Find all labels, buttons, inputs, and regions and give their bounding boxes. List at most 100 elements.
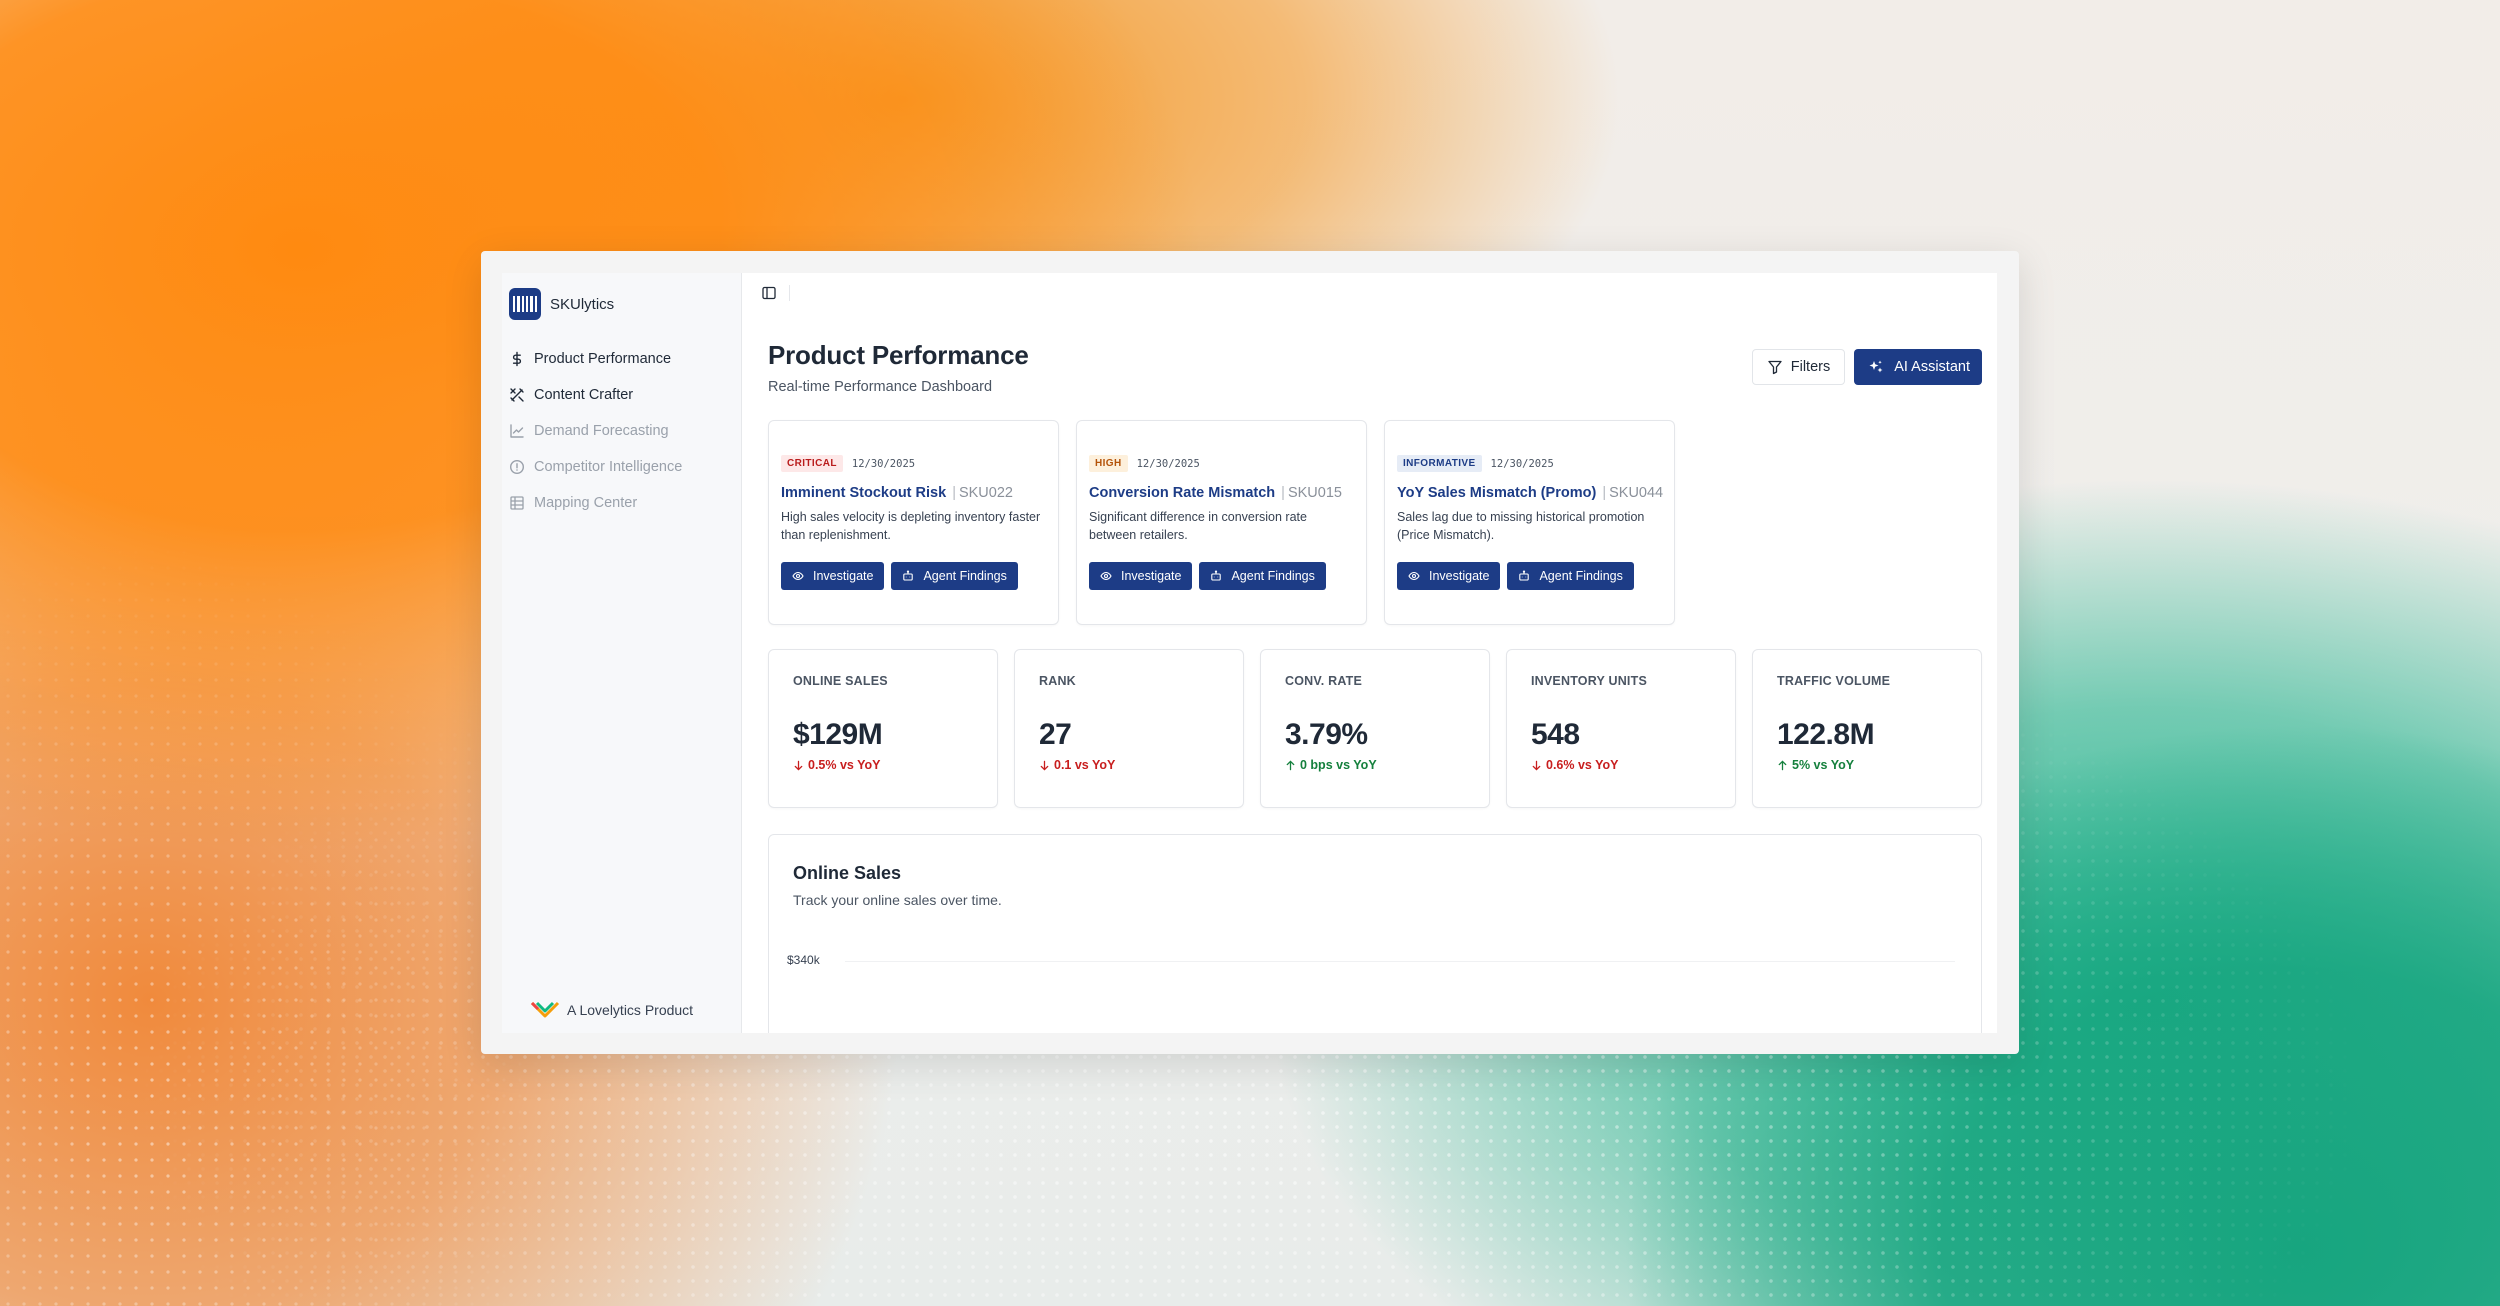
sidebar: SKUlytics Product Performance Content Cr… xyxy=(502,273,742,1033)
severity-badge: HIGH xyxy=(1089,455,1128,472)
alert-description: High sales velocity is depleting invento… xyxy=(781,510,1041,542)
lovelytics-logo-icon xyxy=(530,1001,560,1018)
severity-badge: CRITICAL xyxy=(781,455,843,472)
eye-icon xyxy=(1100,571,1112,581)
alert-card: INFORMATIVE 12/30/2025 YoY Sales Mismatc… xyxy=(1384,420,1675,625)
ai-assistant-button[interactable]: AI Assistant xyxy=(1854,349,1982,385)
alert-title: Imminent Stockout Risk | SKU022 xyxy=(781,485,1013,501)
investigate-button[interactable]: Investigate xyxy=(781,562,885,590)
chart-subtitle: Track your online sales over time. xyxy=(793,892,1002,908)
info-circle-icon xyxy=(509,459,525,475)
robot-icon xyxy=(1211,570,1222,581)
eye-icon xyxy=(1408,571,1420,581)
kpi-label: TRAFFIC VOLUME xyxy=(1777,674,1891,688)
sidebar-item-label: Demand Forecasting xyxy=(534,423,669,439)
kpi-change: 0 bps vs YoY xyxy=(1285,758,1489,772)
header-actions: Filters AI Assistant xyxy=(1751,349,1982,385)
sidebar-item-product-performance[interactable]: Product Performance xyxy=(502,341,741,377)
sidebar-item-content-crafter[interactable]: Content Crafter xyxy=(502,377,741,413)
arrow-up-icon xyxy=(1778,759,1787,770)
investigate-button[interactable]: Investigate xyxy=(1397,562,1501,590)
y-axis-tick-label: $340k xyxy=(787,953,820,967)
kpi-value: 27 xyxy=(1039,718,1072,751)
arrow-down-icon xyxy=(794,760,803,771)
alert-sku: SKU044 xyxy=(1609,485,1664,501)
brand[interactable]: SKUlytics xyxy=(509,285,741,323)
agent-findings-button-label: Agent Findings xyxy=(1539,569,1623,583)
page-subtitle: Real-time Performance Dashboard xyxy=(768,379,993,395)
topbar-divider xyxy=(789,285,790,301)
arrow-down-icon xyxy=(1532,760,1541,771)
alert-card: CRITICAL 12/30/2025 Imminent Stockout Ri… xyxy=(768,420,1059,625)
alert-sku: SKU022 xyxy=(958,485,1013,501)
alert-title: Conversion Rate Mismatch | SKU015 xyxy=(1089,485,1342,501)
kpi-cards: ONLINE SALES $129M 0.5% vs YoY RANK 27 0… xyxy=(768,649,1982,808)
sidebar-item-label: Product Performance xyxy=(534,351,672,367)
kpi-value: 548 xyxy=(1531,718,1580,751)
kpi-change: 0.1 vs YoY xyxy=(1039,758,1243,772)
alert-title-text: YoY Sales Mismatch (Promo) xyxy=(1397,485,1597,501)
kpi-label: CONV. RATE xyxy=(1285,674,1363,688)
sidebar-item-label: Competitor Intelligence xyxy=(534,459,683,475)
dollar-icon xyxy=(509,351,525,367)
alert-title-text: Conversion Rate Mismatch xyxy=(1089,485,1276,501)
alert-description: Sales lag due to missing historical prom… xyxy=(1397,510,1645,542)
investigate-button[interactable]: Investigate xyxy=(1089,562,1193,590)
agent-findings-button[interactable]: Agent Findings xyxy=(891,562,1018,590)
filters-button[interactable]: Filters xyxy=(1751,349,1846,385)
content-tools-icon xyxy=(509,387,525,403)
arrow-down-icon xyxy=(1040,760,1049,771)
page-title: Product Performance xyxy=(768,340,1029,370)
kpi-change: 0.6% vs YoY xyxy=(1531,758,1735,772)
kpi-label: ONLINE SALES xyxy=(793,674,888,688)
kpi-label: RANK xyxy=(1039,674,1076,688)
topbar xyxy=(742,273,1997,313)
kpi-change-text: 5% vs YoY xyxy=(1792,758,1855,772)
filters-button-label: Filters xyxy=(1790,359,1831,375)
sidebar-item-mapping-center[interactable]: Mapping Center xyxy=(502,485,741,521)
grid-icon xyxy=(509,495,525,511)
sparkles-icon xyxy=(1869,360,1883,373)
kpi-label: INVENTORY UNITS xyxy=(1531,674,1647,688)
kpi-change-text: 0.6% vs YoY xyxy=(1546,758,1619,772)
chart-plot-area: $340k xyxy=(787,953,1967,1033)
app-window: SKUlytics Product Performance Content Cr… xyxy=(502,273,1997,1033)
kpi-change: 0.5% vs YoY xyxy=(793,758,997,772)
agent-findings-button-label: Agent Findings xyxy=(1231,569,1315,583)
eye-icon xyxy=(792,571,804,581)
ai-assistant-button-label: AI Assistant xyxy=(1894,359,1970,375)
investigate-button-label: Investigate xyxy=(813,569,874,583)
sidebar-toggle-icon[interactable] xyxy=(761,285,777,301)
kpi-value: 3.79% xyxy=(1285,718,1368,751)
agent-findings-button[interactable]: Agent Findings xyxy=(1507,562,1634,590)
online-sales-chart-card: Online Sales Track your online sales ove… xyxy=(768,834,1982,1033)
filter-icon xyxy=(1768,360,1782,375)
agent-findings-button[interactable]: Agent Findings xyxy=(1199,562,1326,590)
kpi-change: 5% vs YoY xyxy=(1777,758,1981,772)
robot-icon xyxy=(1519,570,1530,581)
alert-title-text: Imminent Stockout Risk xyxy=(781,485,947,501)
brand-name: SKUlytics xyxy=(550,295,615,313)
alert-title: YoY Sales Mismatch (Promo) | SKU044 xyxy=(1397,485,1664,501)
alert-card: HIGH 12/30/2025 Conversion Rate Mismatch… xyxy=(1076,420,1367,625)
chart-icon xyxy=(509,423,525,439)
kpi-card-inventory-units: INVENTORY UNITS 548 0.6% vs YoY xyxy=(1506,649,1736,808)
kpi-card-online-sales: ONLINE SALES $129M 0.5% vs YoY xyxy=(768,649,998,808)
main-content: Product Performance Real-time Performanc… xyxy=(742,273,1997,1033)
page-header: Product Performance Real-time Performanc… xyxy=(768,340,1029,395)
footer-text: A Lovelytics Product xyxy=(567,1002,694,1018)
kpi-card-conv-rate: CONV. RATE 3.79% 0 bps vs YoY xyxy=(1260,649,1490,808)
investigate-button-label: Investigate xyxy=(1429,569,1490,583)
barcode-logo-icon xyxy=(509,288,541,320)
alert-date: 12/30/2025 xyxy=(1490,457,1554,470)
sidebar-item-label: Mapping Center xyxy=(534,495,638,511)
agent-findings-button-label: Agent Findings xyxy=(923,569,1007,583)
kpi-change-text: 0 bps vs YoY xyxy=(1300,758,1377,772)
sidebar-item-competitor-intelligence[interactable]: Competitor Intelligence xyxy=(502,449,741,485)
sidebar-footer: A Lovelytics Product xyxy=(529,997,693,1023)
sidebar-item-demand-forecasting[interactable]: Demand Forecasting xyxy=(502,413,741,449)
alert-date: 12/30/2025 xyxy=(851,457,916,470)
arrow-up-icon xyxy=(1286,759,1295,770)
alert-description: Significant difference in conversion rat… xyxy=(1089,510,1307,542)
sidebar-nav: Product Performance Content Crafter Dema… xyxy=(502,341,741,521)
